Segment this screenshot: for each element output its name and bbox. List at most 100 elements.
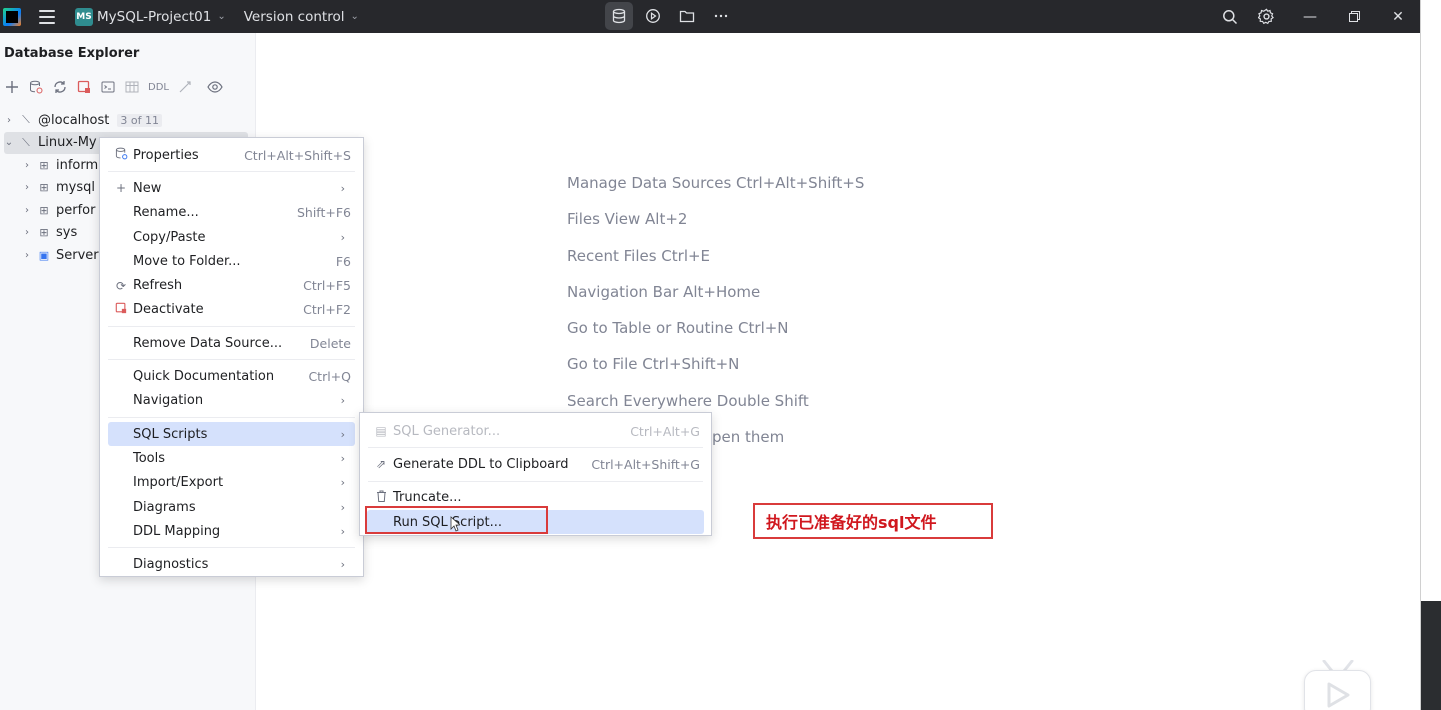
console-icon[interactable] <box>100 79 116 95</box>
settings-gear-icon[interactable] <box>1252 3 1280 31</box>
tree-node-label: inform <box>56 157 99 173</box>
menu-item-sql-generator[interactable]: ▤ SQL Generator... Ctrl+Alt+G <box>367 419 704 443</box>
menu-item-label: Properties <box>133 147 199 163</box>
chevron-down-icon[interactable]: ⌄ <box>217 11 225 22</box>
menu-item-sql-scripts[interactable]: SQL Scripts › <box>108 421 355 447</box>
schema-icon: ⊞ <box>39 226 49 240</box>
menu-separator <box>108 359 355 361</box>
deactivate-icon[interactable] <box>76 79 92 95</box>
menu-item-shortcut: Ctrl+Alt+Shift+S <box>244 147 351 163</box>
services-icon[interactable] <box>639 2 667 30</box>
annotation-text: 执行已准备好的sql文件 <box>766 513 937 532</box>
hint-text: Recent Files Ctrl+E <box>567 246 711 265</box>
menu-item-copy-paste[interactable]: Copy/Paste › <box>108 225 355 249</box>
datasource-properties-icon[interactable] <box>28 79 44 95</box>
menu-separator <box>108 416 355 418</box>
menu-item-label: New <box>133 180 162 196</box>
view-options-eye-icon[interactable] <box>207 79 223 95</box>
jump-icon[interactable] <box>177 79 193 95</box>
menu-separator <box>108 326 355 328</box>
sql-scripts-submenu: ▤ SQL Generator... Ctrl+Alt+G ⇗ Generate… <box>359 412 712 536</box>
chevron-right-icon: › <box>340 181 345 195</box>
menu-item-remove-data-source[interactable]: Remove Data Source... Delete <box>108 331 355 355</box>
chevron-right-icon[interactable]: › <box>22 205 32 216</box>
chevron-right-icon[interactable]: › <box>22 227 32 238</box>
refresh-icon: ⟳ <box>115 278 127 293</box>
menu-item-label: Diagnostics <box>133 557 209 573</box>
tree-node-label: Linux-My <box>38 135 97 151</box>
menu-separator <box>108 547 355 549</box>
add-icon[interactable] <box>4 79 20 95</box>
table-icon[interactable] <box>124 79 140 95</box>
menu-item-label: Refresh <box>133 278 183 294</box>
chevron-right-icon[interactable]: › <box>22 160 32 171</box>
chevron-right-icon[interactable]: › <box>4 115 14 126</box>
app-logo-icon[interactable] <box>3 7 21 26</box>
menu-item-tools[interactable]: Tools › <box>108 446 355 470</box>
minimize-button[interactable]: — <box>1288 0 1332 33</box>
menu-item-label: Run SQL Script... <box>393 514 503 530</box>
chevron-right-icon: › <box>340 427 345 441</box>
floating-play-button[interactable] <box>1304 670 1371 710</box>
close-icon[interactable]: ✕ <box>1376 0 1420 33</box>
menu-item-generate-ddl[interactable]: ⇗ Generate DDL to Clipboard Ctrl+Alt+Shi… <box>367 452 704 476</box>
chevron-right-icon: › <box>340 476 345 490</box>
menu-item-import-export[interactable]: Import/Export › <box>108 471 355 495</box>
play-icon <box>1327 682 1349 708</box>
refresh-icon[interactable] <box>52 79 68 95</box>
menu-item-shortcut: Ctrl+Alt+Shift+G <box>591 456 700 472</box>
menu-item-label: Navigation <box>133 393 204 409</box>
more-icon[interactable] <box>707 2 735 30</box>
menu-item-properties[interactable]: Properties Ctrl+Alt+Shift+S <box>108 143 355 167</box>
chevron-right-icon: › <box>340 394 345 408</box>
menu-item-ddl-mapping[interactable]: DDL Mapping › <box>108 519 355 543</box>
version-control-menu[interactable]: Version control <box>244 9 345 25</box>
menu-item-navigation[interactable]: Navigation › <box>108 389 355 413</box>
menu-item-diagnostics[interactable]: Diagnostics › <box>108 552 355 576</box>
chevron-down-icon[interactable]: ⌄ <box>350 11 358 22</box>
chevron-right-icon[interactable]: › <box>22 182 32 193</box>
menu-item-rename[interactable]: Rename... Shift+F6 <box>108 201 355 225</box>
database-icon[interactable] <box>605 2 633 30</box>
trash-icon <box>374 490 388 505</box>
folder-icon[interactable] <box>673 2 701 30</box>
ddl-button[interactable]: DDL <box>148 79 169 95</box>
hint-text: Files View Alt+2 <box>567 210 688 229</box>
menu-item-label: SQL Scripts <box>133 426 208 442</box>
menu-item-deactivate[interactable]: Deactivate Ctrl+F2 <box>108 298 355 322</box>
title-bar: MS MySQL-Project01 ⌄ Version control ⌄ —… <box>0 0 1420 33</box>
properties-icon <box>114 147 128 163</box>
menu-item-label: Rename... <box>133 205 199 221</box>
chevron-right-icon: › <box>340 558 345 572</box>
chevron-right-icon: › <box>340 524 345 538</box>
panel-title: Database Explorer <box>4 46 140 61</box>
menu-item-quick-documentation[interactable]: Quick Documentation Ctrl+Q <box>108 364 355 388</box>
chevron-right-icon: › <box>340 230 345 244</box>
restore-button[interactable] <box>1332 0 1376 33</box>
menu-item-truncate[interactable]: Truncate... <box>367 486 704 510</box>
menu-item-move-to-folder[interactable]: Move to Folder... F6 <box>108 249 355 273</box>
menu-item-shortcut: F6 <box>335 253 351 269</box>
menu-item-label: Import/Export <box>133 475 224 491</box>
plus-icon: + <box>115 181 127 196</box>
chevron-down-icon[interactable]: ⌄ <box>4 137 14 148</box>
menu-item-new[interactable]: + New › <box>108 176 355 200</box>
menu-item-shortcut: Shift+F6 <box>296 205 351 221</box>
annotation-callout: 执行已准备好的sql文件 <box>753 503 993 539</box>
main-menu-icon[interactable] <box>39 9 55 24</box>
menu-item-label: Move to Folder... <box>133 253 241 269</box>
datasource-icon: ⟍ <box>22 113 30 127</box>
hint-text: Navigation Bar Alt+Home <box>567 282 761 301</box>
menu-item-label: Diagrams <box>133 499 196 515</box>
menu-item-refresh[interactable]: ⟳ Refresh Ctrl+F5 <box>108 273 355 297</box>
hint-text: Manage Data Sources Ctrl+Alt+Shift+S <box>567 174 865 192</box>
chevron-right-icon[interactable]: › <box>22 250 32 261</box>
menu-item-diagrams[interactable]: Diagrams › <box>108 495 355 519</box>
project-name[interactable]: MySQL-Project01 <box>97 9 211 25</box>
project-badge[interactable]: MS <box>75 7 93 26</box>
tree-node-localhost[interactable]: › ⟍ @localhost 3 of 11 <box>0 109 256 132</box>
menu-item-run-sql-script[interactable]: Run SQL Script... <box>367 509 704 535</box>
menu-item-shortcut: Ctrl+F5 <box>303 278 351 294</box>
tree-node-label: mysql <box>56 180 95 196</box>
search-icon[interactable] <box>1216 3 1244 31</box>
